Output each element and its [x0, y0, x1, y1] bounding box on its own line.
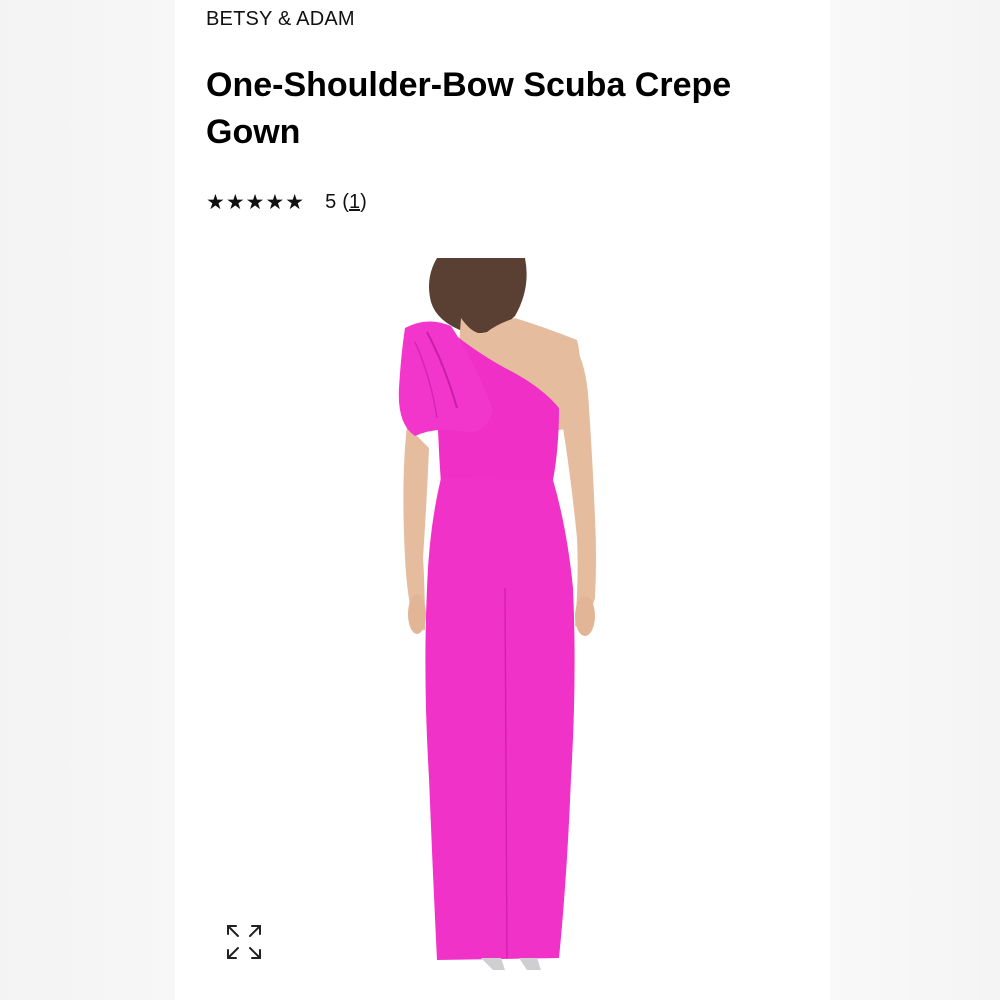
background-left [0, 0, 175, 1000]
brand-name[interactable]: BETSY & ADAM [206, 8, 355, 31]
model-photo [175, 258, 800, 1000]
rating: ★★★★★ 5 (1) [206, 190, 367, 215]
right-hand [575, 596, 595, 636]
review-count[interactable]: (1) [342, 191, 366, 214]
expand-icon[interactable] [226, 924, 262, 960]
rating-value: 5 [325, 191, 337, 213]
review-count-link[interactable]: 1 [349, 191, 360, 213]
skirt [425, 478, 575, 960]
star-rating-icons: ★★★★★ [206, 191, 306, 214]
product-title: One-Shoulder-Bow Scuba Crepe Gown [206, 66, 732, 151]
left-hand [408, 594, 426, 634]
product-image[interactable] [175, 258, 800, 1000]
review-count-open: ( [342, 191, 349, 213]
background-right [825, 0, 1000, 1000]
review-count-close: ) [360, 191, 367, 213]
